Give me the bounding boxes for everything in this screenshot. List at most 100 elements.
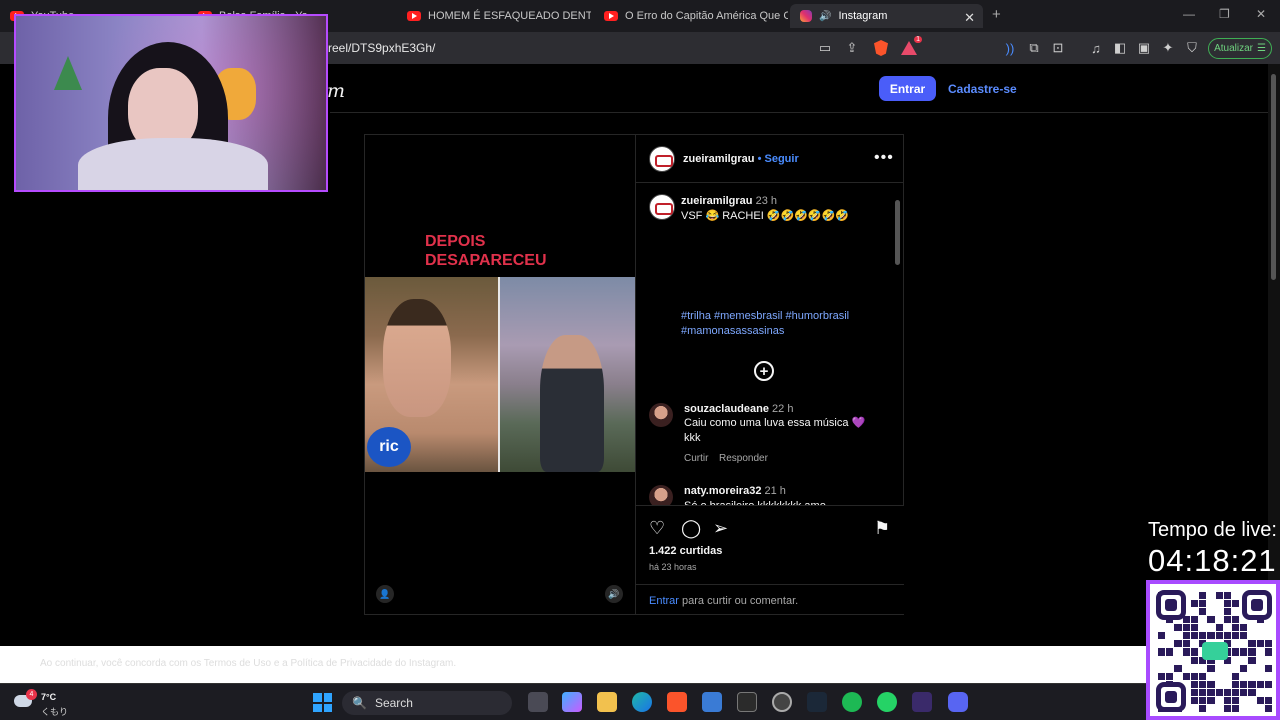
discord-icon[interactable] bbox=[948, 692, 968, 712]
qr-module bbox=[1199, 624, 1206, 631]
qr-module bbox=[1174, 673, 1181, 680]
instagram-logo[interactable]: m bbox=[327, 80, 345, 102]
url-field[interactable]: reel/DTS9pxhE3Gh/ bbox=[328, 41, 435, 55]
header-divider bbox=[330, 112, 1268, 113]
author-avatar[interactable] bbox=[649, 146, 675, 172]
video-text-line: DEPOIS bbox=[425, 233, 486, 250]
like-heart-icon[interactable]: ♡ bbox=[649, 518, 665, 539]
start-icon[interactable] bbox=[313, 693, 332, 712]
qr-module bbox=[1232, 592, 1239, 599]
extensions-icon[interactable]: ⧉ bbox=[1025, 39, 1043, 57]
close-window-icon[interactable]: ✕ bbox=[1256, 7, 1266, 21]
brave-icon[interactable] bbox=[667, 692, 687, 712]
audio-icon[interactable]: )) bbox=[1001, 39, 1019, 57]
author-username[interactable]: zueiramilgrau bbox=[683, 153, 755, 165]
maximize-icon[interactable]: ❐ bbox=[1219, 7, 1230, 21]
weather-widget[interactable]: 4 7°C くもり bbox=[14, 689, 74, 717]
qr-module bbox=[1223, 696, 1231, 704]
likes-count[interactable]: 1.422 curtidas bbox=[649, 545, 722, 557]
sidebar-icon[interactable]: ◧ bbox=[1111, 39, 1129, 57]
screenshot-icon[interactable]: ⊡ bbox=[1049, 39, 1067, 57]
qr-module bbox=[1257, 657, 1264, 664]
brave-shields-icon[interactable] bbox=[872, 39, 890, 57]
whatsapp-icon[interactable] bbox=[877, 692, 897, 712]
qr-module bbox=[1256, 696, 1264, 704]
qr-module bbox=[1248, 680, 1256, 688]
app-icon[interactable] bbox=[912, 692, 932, 712]
qr-module bbox=[1264, 696, 1272, 704]
qr-module bbox=[1240, 624, 1248, 632]
leo-ai-icon[interactable]: ✦ bbox=[1159, 39, 1177, 57]
close-tab-icon[interactable]: ✕ bbox=[964, 10, 975, 26]
comments-scrollbar-thumb[interactable] bbox=[895, 200, 900, 265]
comment-avatar[interactable] bbox=[649, 403, 673, 427]
comment-like-button[interactable]: Curtir bbox=[684, 453, 708, 464]
qr-module bbox=[1191, 608, 1198, 615]
comment-username[interactable]: souzaclaudeane bbox=[684, 403, 769, 415]
qr-module bbox=[1240, 680, 1248, 688]
save-bookmark-icon[interactable]: ⚑ bbox=[874, 518, 890, 539]
taskbar-search[interactable]: 🔍 Search bbox=[342, 691, 512, 715]
cast-icon[interactable]: ▭ bbox=[816, 39, 834, 57]
vpn-icon[interactable]: ⛉ bbox=[1183, 39, 1201, 57]
qr-module bbox=[1174, 640, 1182, 648]
qr-module bbox=[1166, 665, 1173, 672]
qr-module bbox=[1182, 648, 1190, 656]
reel-video[interactable]: DEPOIS DESAPARECEU ric 👤 🔊 bbox=[365, 135, 635, 614]
qr-module bbox=[1158, 672, 1166, 680]
share-icon[interactable]: ⇪ bbox=[843, 39, 861, 57]
obs-icon[interactable] bbox=[772, 692, 792, 712]
tab-homem-esfaqueado[interactable]: HOMEM É ESFAQUEADO DENTRO D bbox=[397, 4, 591, 28]
qr-module bbox=[1207, 696, 1215, 704]
qr-module bbox=[1190, 616, 1199, 624]
store-icon[interactable] bbox=[702, 692, 722, 712]
task-view-icon[interactable] bbox=[528, 692, 548, 712]
tab-erro-capitao-america[interactable]: O Erro do Capitão América Que Cric bbox=[594, 4, 788, 28]
qr-module bbox=[1224, 665, 1231, 672]
qr-module bbox=[1199, 592, 1207, 600]
new-tab-button[interactable]: + bbox=[992, 6, 1001, 23]
follow-button[interactable]: • Seguir bbox=[758, 153, 799, 165]
login-prompt-link[interactable]: Entrar bbox=[649, 595, 679, 607]
load-more-comments-icon[interactable]: + bbox=[754, 361, 774, 381]
signup-link[interactable]: Cadastre-se bbox=[948, 82, 1017, 96]
volume-icon[interactable]: 🔊 bbox=[605, 585, 623, 603]
video-text-line: DESAPARECEU bbox=[425, 252, 547, 269]
steam-icon[interactable] bbox=[807, 692, 827, 712]
more-options-icon[interactable]: ••• bbox=[874, 149, 894, 167]
edge-icon[interactable] bbox=[632, 692, 652, 712]
comment-time: 22 h bbox=[772, 403, 794, 415]
minimize-icon[interactable]: — bbox=[1183, 7, 1195, 21]
comment-reply-button[interactable]: Responder bbox=[719, 453, 768, 464]
qr-module bbox=[1248, 688, 1256, 696]
tagged-user-icon[interactable]: 👤 bbox=[376, 585, 394, 603]
qr-module bbox=[1231, 624, 1240, 632]
caption-username[interactable]: zueiramilgrau bbox=[681, 195, 753, 207]
comment-icon[interactable]: ◯ bbox=[681, 518, 701, 539]
qr-finder-pattern bbox=[1242, 590, 1272, 620]
qr-module bbox=[1231, 632, 1240, 640]
brave-rewards-icon[interactable]: 1 bbox=[900, 36, 922, 57]
qr-module bbox=[1215, 592, 1223, 600]
qr-module bbox=[1256, 640, 1264, 648]
file-explorer-icon[interactable] bbox=[597, 692, 617, 712]
login-button[interactable]: Entrar bbox=[879, 76, 936, 101]
update-button[interactable]: Atualizar ☰ bbox=[1208, 38, 1272, 59]
spotify-icon[interactable] bbox=[842, 692, 862, 712]
capcut-icon[interactable] bbox=[737, 692, 757, 712]
qr-module bbox=[1207, 673, 1214, 680]
qr-module bbox=[1240, 640, 1247, 647]
share-send-icon[interactable]: ➢ bbox=[713, 518, 728, 539]
speaker-icon: 🔊 bbox=[819, 10, 832, 22]
comment-username[interactable]: naty.moreira32 bbox=[684, 485, 761, 497]
taskbar: 4 7°C くもり 🔍 Search bbox=[0, 683, 1280, 720]
wallet-icon[interactable]: ▣ bbox=[1135, 39, 1153, 57]
caption-avatar[interactable] bbox=[649, 194, 675, 220]
copilot-icon[interactable] bbox=[562, 692, 582, 712]
tab-instagram[interactable]: 🔊 Instagram ✕ bbox=[790, 4, 983, 28]
post-header: zueiramilgrau • Seguir ••• bbox=[636, 135, 904, 183]
media-icon[interactable]: ♫ bbox=[1087, 39, 1105, 57]
qr-module bbox=[1191, 592, 1198, 599]
page-scrollbar-thumb[interactable] bbox=[1271, 74, 1276, 280]
post-hashtags[interactable]: #trilha #memesbrasil #humorbrasil #mamon… bbox=[681, 309, 871, 339]
